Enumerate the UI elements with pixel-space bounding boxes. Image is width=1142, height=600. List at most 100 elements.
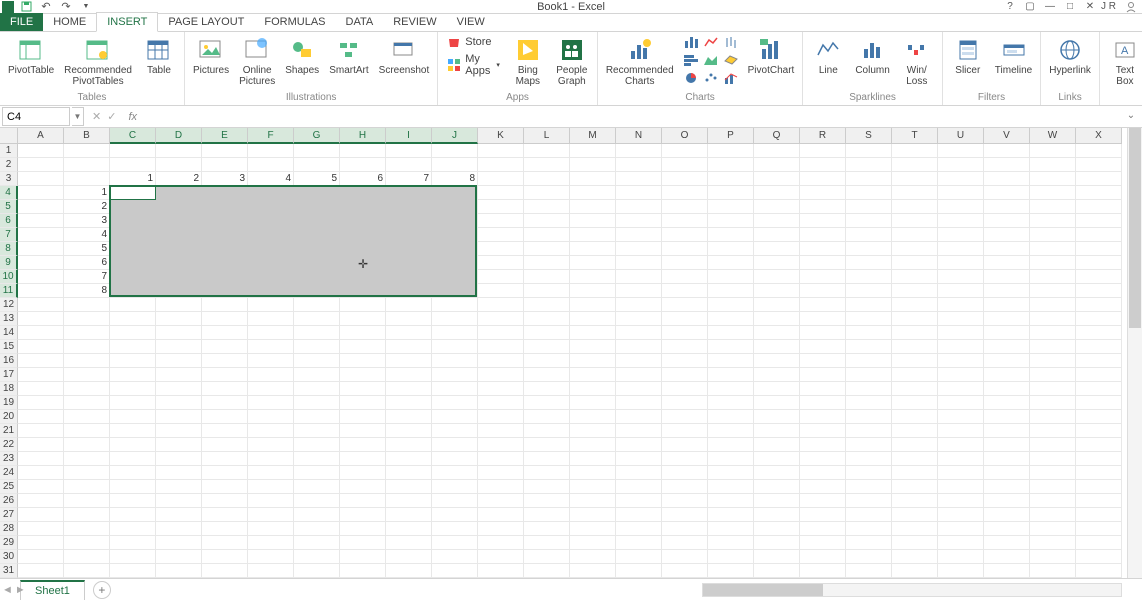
cell[interactable] [892,550,938,564]
cell[interactable] [18,186,64,200]
row-header[interactable]: 9 [0,256,18,270]
cell[interactable] [892,186,938,200]
cell[interactable] [754,396,800,410]
cell[interactable] [892,410,938,424]
cell[interactable] [754,158,800,172]
cell[interactable] [984,158,1030,172]
cell[interactable] [524,396,570,410]
cell[interactable] [524,186,570,200]
cell[interactable] [662,368,708,382]
cell[interactable] [846,144,892,158]
cell[interactable] [1030,396,1076,410]
cell[interactable] [1030,144,1076,158]
cell[interactable] [892,508,938,522]
cell[interactable] [892,298,938,312]
cell[interactable] [708,480,754,494]
cell[interactable] [64,326,110,340]
cell[interactable] [340,424,386,438]
cell[interactable]: 4 [64,228,110,242]
cell[interactable] [248,550,294,564]
cell[interactable] [478,354,524,368]
cell[interactable] [570,410,616,424]
cell[interactable] [18,298,64,312]
cell[interactable] [524,368,570,382]
cell[interactable] [294,438,340,452]
cell[interactable] [294,564,340,578]
cell[interactable] [1030,256,1076,270]
cell[interactable] [846,158,892,172]
column-header[interactable]: V [984,128,1030,144]
cell[interactable] [800,172,846,186]
cell[interactable] [248,396,294,410]
cell[interactable] [478,326,524,340]
cell[interactable] [662,410,708,424]
cell[interactable] [570,550,616,564]
cell[interactable] [1076,536,1122,550]
cell[interactable] [64,368,110,382]
cell[interactable] [754,186,800,200]
cell[interactable] [156,494,202,508]
worksheet-grid[interactable]: ABCDEFGHIJKLMNOPQRSTUVWX 123456789101112… [0,128,1142,578]
cell[interactable] [64,480,110,494]
cell[interactable] [110,158,156,172]
cell[interactable] [662,270,708,284]
online-pictures-button[interactable]: Online Pictures [237,34,277,89]
cell[interactable] [1030,228,1076,242]
cell[interactable] [110,312,156,326]
cell[interactable] [800,536,846,550]
cell[interactable] [340,158,386,172]
cell[interactable] [156,536,202,550]
cell[interactable] [938,172,984,186]
cell[interactable] [570,438,616,452]
cell[interactable] [708,242,754,256]
cell[interactable] [984,256,1030,270]
cell[interactable] [524,242,570,256]
cell[interactable] [524,536,570,550]
cell[interactable] [524,284,570,298]
cell[interactable] [938,228,984,242]
cell[interactable] [156,424,202,438]
cell[interactable] [294,354,340,368]
cell[interactable] [616,466,662,480]
cell[interactable] [340,480,386,494]
cell[interactable] [662,536,708,550]
cell[interactable] [938,298,984,312]
column-header[interactable]: S [846,128,892,144]
tab-view[interactable]: VIEW [447,13,495,31]
cell[interactable] [524,508,570,522]
cell[interactable] [754,368,800,382]
cell[interactable] [570,326,616,340]
cell[interactable] [1076,480,1122,494]
cell[interactable] [662,200,708,214]
cell[interactable] [294,508,340,522]
cell[interactable] [202,396,248,410]
cell[interactable] [432,522,478,536]
vertical-scroll-thumb[interactable] [1129,128,1141,328]
cell[interactable] [984,480,1030,494]
cell[interactable] [708,466,754,480]
cell[interactable] [294,522,340,536]
cell[interactable] [18,270,64,284]
tab-formulas[interactable]: FORMULAS [254,13,335,31]
cell[interactable] [524,564,570,578]
cell[interactable] [938,214,984,228]
cell[interactable] [1076,508,1122,522]
cell[interactable] [156,452,202,466]
row-header[interactable]: 20 [0,410,18,424]
cell[interactable] [570,214,616,228]
cell[interactable] [846,564,892,578]
cell[interactable] [294,340,340,354]
cell[interactable] [202,158,248,172]
cell[interactable] [754,284,800,298]
cell[interactable] [1076,382,1122,396]
cell[interactable] [800,522,846,536]
cell[interactable] [386,298,432,312]
cell[interactable] [570,200,616,214]
cell[interactable] [984,368,1030,382]
cell[interactable] [846,354,892,368]
cell[interactable] [616,298,662,312]
cell[interactable] [754,144,800,158]
cell[interactable] [708,312,754,326]
cell[interactable] [846,186,892,200]
cell[interactable] [708,396,754,410]
